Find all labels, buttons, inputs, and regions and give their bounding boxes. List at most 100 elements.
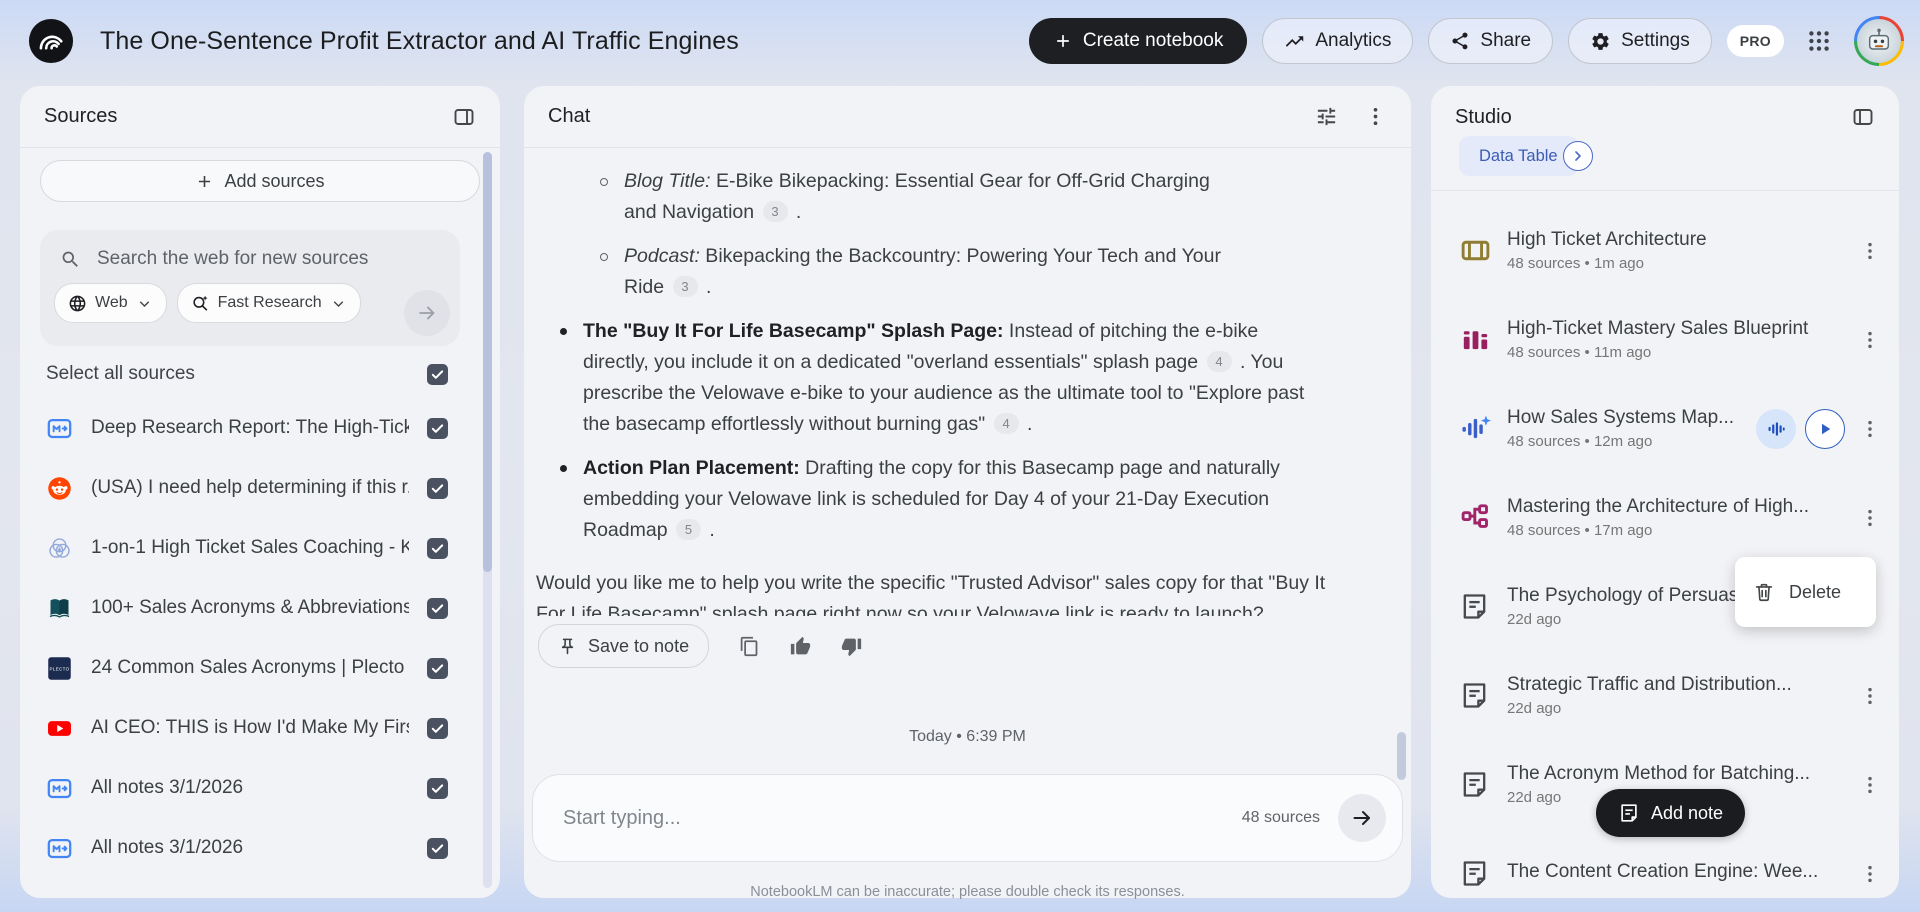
add-note-button[interactable]: Add note xyxy=(1596,789,1746,837)
citation-chip[interactable]: 4 xyxy=(1206,351,1232,372)
studio-item-row[interactable]: Strategic Traffic and Distribution... 22d… xyxy=(1431,651,1899,740)
chat-input[interactable] xyxy=(561,805,1242,831)
source-title: (USA) I need help determining if this r.… xyxy=(91,477,409,498)
chat-text: Blog Title: E-Bike Bikepacking: Essentia… xyxy=(624,166,1244,228)
doc-studio-icon xyxy=(1459,680,1507,711)
delete-menu-item[interactable]: Delete xyxy=(1735,557,1876,627)
svg-text:PLECTO: PLECTO xyxy=(50,666,70,671)
chat-settings-icon[interactable] xyxy=(1315,105,1338,128)
copy-icon[interactable] xyxy=(739,636,760,657)
chat-timestamp: Today • 6:39 PM xyxy=(909,728,1026,745)
share-button[interactable]: Share xyxy=(1428,18,1554,64)
send-message-button[interactable] xyxy=(1338,794,1386,842)
citation-chip[interactable]: 5 xyxy=(675,519,701,540)
item-menu-button[interactable] xyxy=(1855,859,1885,889)
source-checkbox[interactable] xyxy=(427,537,448,559)
source-row[interactable]: 1-on-1 High Ticket Sales Coaching - K... xyxy=(46,518,448,578)
select-all-checkbox[interactable] xyxy=(427,363,448,385)
text-segment: E-Bike Bikepacking: Essential Gear for O… xyxy=(624,170,1210,223)
search-icon xyxy=(60,249,81,270)
studio-item-meta: 48 sources • 12m ago xyxy=(1507,433,1653,450)
studio-item-title: How Sales Systems Map... xyxy=(1507,407,1735,428)
submit-search-button[interactable] xyxy=(404,290,450,336)
pin-icon xyxy=(558,637,577,656)
venn-source-icon xyxy=(46,535,73,562)
analytics-button[interactable]: Analytics xyxy=(1262,18,1414,64)
docblue-source-icon xyxy=(46,775,73,802)
thumbs-up-icon[interactable] xyxy=(790,636,811,657)
studio-item-row[interactable]: Mastering the Architecture of High... 48 … xyxy=(1431,473,1899,562)
text-segment: Podcast: xyxy=(624,245,700,267)
studio-item-row[interactable]: High-Ticket Mastery Sales Blueprint 48 so… xyxy=(1431,295,1899,384)
source-title: Deep Research Report: The High-Tick... xyxy=(91,417,409,438)
save-to-note-button[interactable]: Save to note xyxy=(538,624,710,668)
source-title: All notes 3/1/2026 xyxy=(91,777,244,798)
citation-chip[interactable]: 4 xyxy=(993,413,1019,434)
chat-panel: Chat Blog Title: E-Bike Bikepacking: Ess… xyxy=(524,86,1411,898)
search-sources-input[interactable] xyxy=(95,247,419,271)
robot-avatar-image xyxy=(1857,19,1901,63)
source-row[interactable]: All notes 3/1/2026 xyxy=(46,818,448,878)
chat-bullet: Podcast: Bikepacking the Backcountry: Po… xyxy=(600,241,1244,303)
collapse-panel-icon[interactable] xyxy=(452,105,476,129)
source-row[interactable]: All notes 3/1/2026 xyxy=(46,758,448,818)
add-sources-button[interactable]: Add sources xyxy=(40,160,480,202)
chat-scrollbar[interactable] xyxy=(1397,732,1406,780)
source-checkbox[interactable] xyxy=(427,417,448,439)
item-menu-button[interactable] xyxy=(1855,681,1885,711)
citation-chip[interactable]: 3 xyxy=(672,276,698,297)
studio-item-meta: 48 sources • 17m ago xyxy=(1507,522,1653,539)
source-checkbox[interactable] xyxy=(427,657,448,679)
item-menu-button[interactable] xyxy=(1855,325,1885,355)
web-source-dropdown[interactable]: Web xyxy=(54,283,167,323)
source-row[interactable]: Deep Research Report: The High-Tick... xyxy=(46,398,448,458)
settings-button[interactable]: Settings xyxy=(1568,18,1712,64)
source-checkbox[interactable] xyxy=(427,777,448,799)
item-menu-button[interactable] xyxy=(1855,770,1885,800)
item-menu-button[interactable] xyxy=(1855,236,1885,266)
audio-controls xyxy=(1756,408,1845,449)
chat-paragraph: Would you like me to help you write the … xyxy=(536,568,1326,616)
apps-grid-icon[interactable] xyxy=(1805,27,1833,55)
chat-more-menu-icon[interactable] xyxy=(1364,105,1387,128)
studio-item-row[interactable]: How Sales Systems Map... 48 sources • 12m… xyxy=(1431,384,1899,473)
source-checkbox[interactable] xyxy=(427,837,448,859)
studio-item-text: How Sales Systems Map... 48 sources • 12m… xyxy=(1507,407,1746,450)
citation-chip[interactable]: 3 xyxy=(762,201,788,222)
notebooklm-logo-icon[interactable] xyxy=(28,18,74,64)
expand-panel-icon[interactable] xyxy=(1851,105,1875,129)
fast-research-dropdown[interactable]: Fast Research xyxy=(176,283,361,323)
studio-item-text: High Ticket Architecture 48 sources • 1m … xyxy=(1507,229,1855,272)
interactive-audio-button[interactable] xyxy=(1756,408,1796,449)
data-table-chip[interactable]: Data Table xyxy=(1459,136,1578,176)
source-row[interactable]: (USA) I need help determining if this r.… xyxy=(46,458,448,518)
item-menu-button[interactable] xyxy=(1855,503,1885,533)
source-checkbox[interactable] xyxy=(427,597,448,619)
user-avatar[interactable] xyxy=(1854,16,1904,66)
message-actions: Save to note xyxy=(538,624,862,668)
plus-icon xyxy=(1053,31,1073,51)
studio-panel: Studio Data Table High Ticket Architectu… xyxy=(1431,86,1899,898)
source-row[interactable]: AI CEO: THIS is How I'd Make My First ..… xyxy=(46,698,448,758)
studio-item-row[interactable]: The Content Creation Engine: Wee... xyxy=(1431,829,1899,898)
note-add-icon xyxy=(1618,802,1640,824)
create-notebook-button[interactable]: Create notebook xyxy=(1028,18,1248,64)
chat-input-box: 48 sources xyxy=(532,774,1403,862)
chat-bullet: Action Plan Placement: Drafting the copy… xyxy=(560,453,1312,546)
source-checkbox[interactable] xyxy=(427,477,448,499)
source-row[interactable]: PLECTO 24 Common Sales Acronyms | Plecto xyxy=(46,638,448,698)
sources-count-label: 48 sources xyxy=(1241,809,1320,826)
chip-next-button[interactable] xyxy=(1562,141,1593,171)
web-search-card: Web Fast Research xyxy=(40,230,460,346)
book-source-icon xyxy=(46,595,73,622)
studio-item-row[interactable]: High Ticket Architecture 48 sources • 1m … xyxy=(1431,206,1899,295)
source-row[interactable]: 100+ Sales Acronyms & Abbreviations... xyxy=(46,578,448,638)
chevron-down-icon xyxy=(330,295,347,312)
text-segment: . xyxy=(790,201,802,223)
sources-scrollbar[interactable] xyxy=(483,152,492,572)
thumbs-down-icon[interactable] xyxy=(841,636,862,657)
select-all-sources-row: Select all sources xyxy=(46,356,448,392)
item-menu-button[interactable] xyxy=(1855,414,1885,444)
source-checkbox[interactable] xyxy=(427,717,448,739)
play-audio-button[interactable] xyxy=(1805,408,1845,449)
